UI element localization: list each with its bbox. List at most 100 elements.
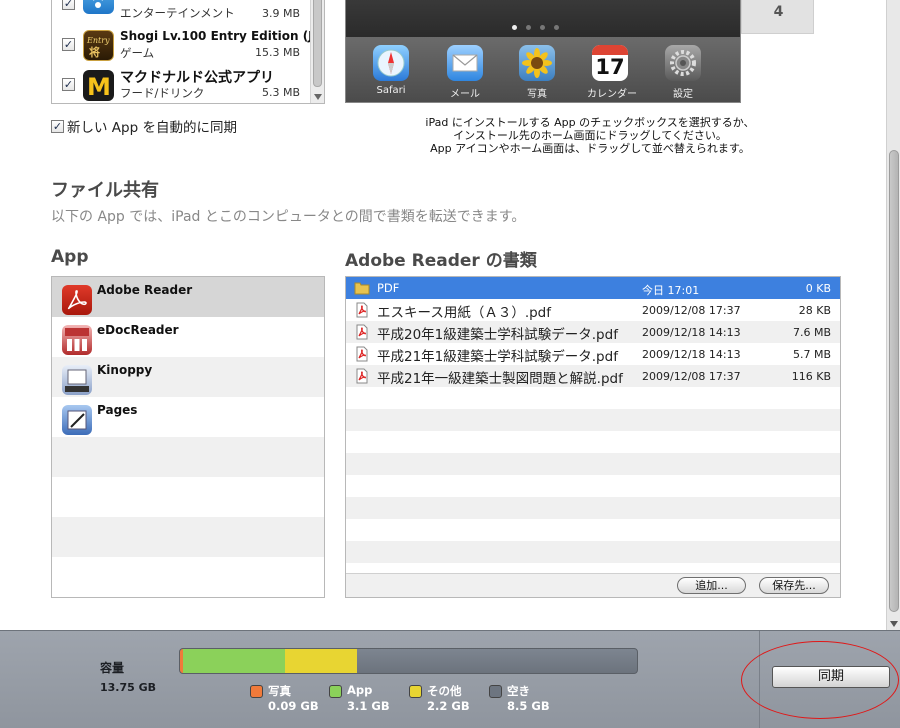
pdf-file-icon [356, 368, 368, 384]
empty-row [346, 497, 840, 519]
doc-name: 平成21年1級建築士学科試験データ.pdf [377, 349, 618, 365]
legend-swatch [250, 685, 263, 698]
legend-name: 写真 [268, 684, 291, 698]
app-size: 15.3 MB [254, 46, 300, 59]
app-category: ゲーム [120, 46, 155, 60]
dock-app-settings[interactable]: 設定 [660, 45, 706, 100]
doc-name: PDF [377, 281, 400, 295]
help-line: インストール先のホーム画面にドラッグしてください。 [453, 129, 727, 142]
scrollbar-thumb[interactable] [889, 150, 899, 612]
empty-row [52, 517, 324, 557]
page-dot [554, 25, 559, 30]
file-sharing-description: 以下の App では、iPad とこのコンピュータとの間で書類を転送できます。 [51, 209, 526, 225]
legend-value: 2.2 GB [427, 699, 470, 713]
legend-name: その他 [427, 684, 462, 698]
edocreader-icon [62, 325, 92, 355]
list-item[interactable]: ✓ M マクドナルド公式アプリ フード/ドリンク 5.3 MB [52, 67, 310, 103]
list-item[interactable]: Adobe Reader [52, 277, 324, 317]
documents-header: Adobe Reader の書類 [345, 251, 537, 271]
ipad-home-screen-preview[interactable]: Safari メール 写真 17 カレンダー 設定 [345, 0, 741, 103]
list-item[interactable]: eDocReader [52, 317, 324, 357]
folder-icon [354, 282, 370, 295]
highlight-annotation [741, 641, 899, 719]
doc-size: 0 KB [805, 282, 831, 295]
doc-date: 今日 17:01 [642, 284, 700, 297]
scroll-down-arrow-icon[interactable] [314, 94, 322, 100]
doc-size: 28 KB [798, 304, 831, 317]
help-line: iPad にインストールする App のチェックボックスを選択するか、 [425, 116, 755, 129]
list-item[interactable]: ✓ Entry 将 Shogi Lv.100 Entry Edition (J..… [52, 27, 324, 67]
empty-row [346, 453, 840, 475]
app-name: eDocReader [97, 323, 179, 337]
empty-row [346, 387, 840, 409]
dock-label: 写真 [527, 89, 547, 100]
pdf-file-icon [356, 302, 368, 318]
svg-text:M: M [87, 73, 111, 101]
install-checkbox[interactable]: ✓ [62, 0, 75, 10]
app-name: Adobe Reader [97, 283, 193, 297]
doc-name: エスキース用紙（Ａ３）.pdf [377, 305, 552, 321]
empty-row [52, 437, 324, 477]
capacity-bar-panel: 容量 13.75 GB 写真 0.09 GB App 3.1 GB その他 2.… [0, 630, 900, 728]
app-category: エンターテインメント [120, 6, 235, 20]
doc-size: 7.6 MB [792, 326, 831, 339]
help-line: App アイコンやホーム画面は、ドラッグして並べ替えられます。 [430, 142, 750, 155]
app-list-scrollbar[interactable] [310, 0, 324, 103]
save-to-button[interactable]: 保存先... [759, 577, 829, 594]
dock-app-mail[interactable]: メール [442, 45, 488, 100]
capacity-segment [285, 649, 357, 673]
legend-value: 3.1 GB [347, 699, 390, 713]
document-list: PDF 今日 17:01 0 KB エスキース用紙（Ａ３）.pdf 2009/1… [345, 276, 841, 598]
legend-value: 8.5 GB [507, 699, 550, 713]
kinoppy-icon [62, 365, 92, 395]
add-button[interactable]: 追加... [677, 577, 746, 594]
page-dots [512, 25, 559, 30]
install-checkbox[interactable]: ✓ [62, 38, 75, 51]
capacity-meter [179, 648, 638, 674]
table-row[interactable]: PDF 今日 17:01 0 KB [346, 277, 840, 299]
empty-row [52, 477, 324, 517]
legend-swatch [329, 685, 342, 698]
mcdonalds-icon: M [83, 70, 114, 101]
auto-sync-checkbox[interactable]: ✓ [51, 119, 64, 133]
legend-swatch [409, 685, 422, 698]
list-item[interactable]: Kinoppy [52, 357, 324, 397]
dock-app-calendar[interactable]: 17 カレンダー [587, 45, 637, 100]
scroll-down-arrow-icon[interactable] [890, 621, 898, 627]
auto-sync-label: 新しい App を自動的に同期 [67, 120, 237, 136]
table-row[interactable]: 平成21年1級建築士学科試験データ.pdf 2009/12/18 14:13 5… [346, 343, 840, 365]
capacity-segment [183, 649, 285, 673]
table-row[interactable]: 平成21年一級建築士製図問題と解説.pdf 2009/12/08 17:37 1… [346, 365, 840, 387]
home-screen-page-thumb[interactable]: 4 [741, 0, 814, 34]
photos-icon [519, 45, 555, 81]
page-dot [526, 25, 531, 30]
table-row[interactable]: 平成20年1級建築士学科試験データ.pdf 2009/12/18 14:13 7… [346, 321, 840, 343]
svg-text:Entry: Entry [86, 36, 110, 45]
empty-row [346, 519, 840, 541]
doc-date: 2009/12/18 14:13 [642, 326, 741, 339]
main-scrollbar[interactable] [886, 0, 900, 630]
dock-label: メール [450, 89, 480, 100]
file-sharing-app-list: Adobe Reader eDocReader Kinoppy Pages [51, 276, 325, 598]
calendar-icon: 17 [592, 45, 628, 81]
legend-swatch [489, 685, 502, 698]
scrollbar-thumb[interactable] [313, 0, 322, 87]
dock-app-photos[interactable]: 写真 [514, 45, 560, 100]
doc-date: 2009/12/08 17:37 [642, 304, 741, 317]
empty-row [346, 475, 840, 497]
capacity-label: 容量 [100, 661, 125, 675]
table-row[interactable]: エスキース用紙（Ａ３）.pdf 2009/12/08 17:37 28 KB [346, 299, 840, 321]
app-size: 5.3 MB [261, 86, 300, 99]
empty-row [346, 409, 840, 431]
page-number: 4 [773, 4, 784, 20]
auto-sync-checkbox-row[interactable]: ✓ 新しい App を自動的に同期 [51, 116, 237, 136]
dock-app-safari[interactable]: Safari [368, 45, 414, 96]
dock: Safari メール 写真 17 カレンダー 設定 [346, 37, 740, 102]
install-checkbox[interactable]: ✓ [62, 78, 75, 91]
empty-row [346, 431, 840, 453]
doc-size: 116 KB [791, 370, 831, 383]
empty-row [346, 541, 840, 563]
list-item[interactable]: Pages [52, 397, 324, 437]
app-name: Kinoppy [97, 363, 153, 377]
app-name: マクドナルド公式アプリ [120, 70, 274, 86]
